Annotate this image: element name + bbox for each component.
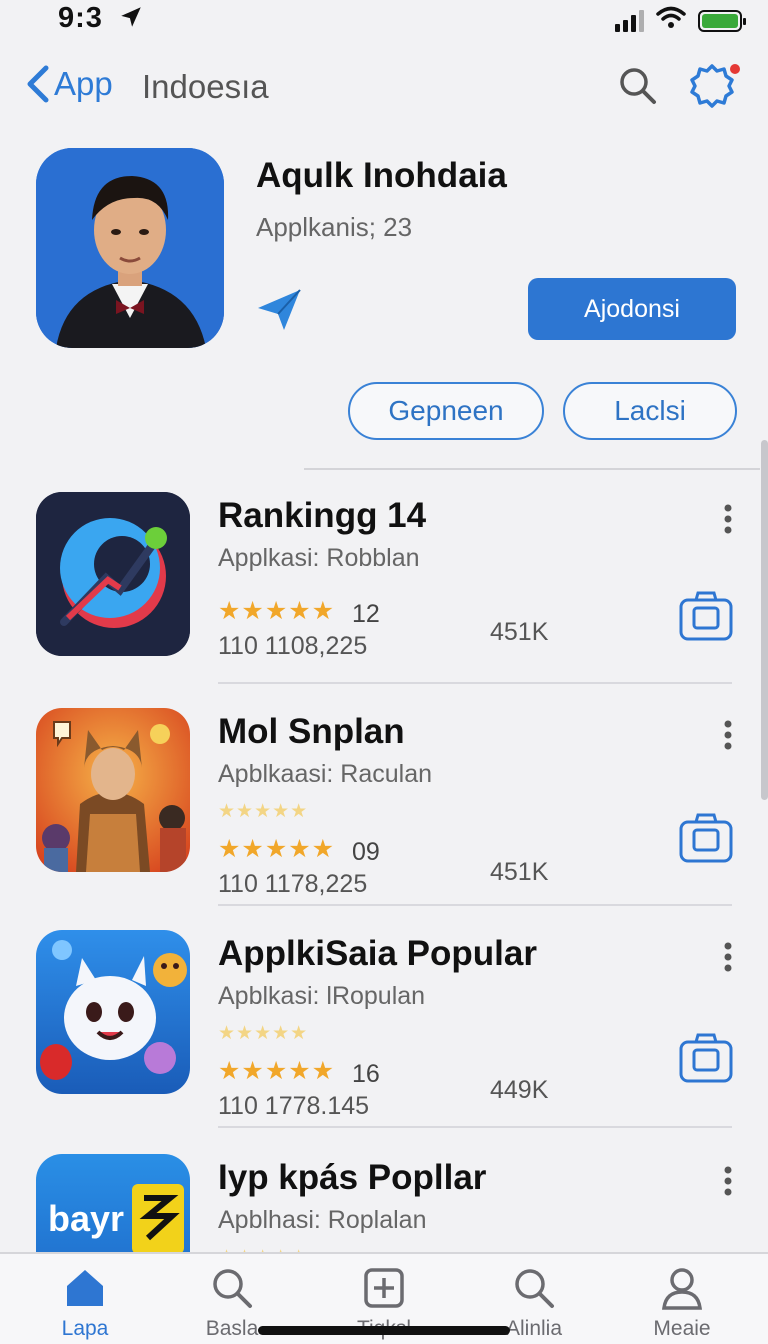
featured-app-icon[interactable] bbox=[36, 148, 224, 348]
list-item[interactable]: ApplkiSaia Popular Apblkasi: lRopulan ★★… bbox=[0, 930, 768, 1152]
tab-profile[interactable]: Meaie bbox=[612, 1254, 752, 1344]
download-button-icon[interactable] bbox=[678, 1032, 734, 1089]
star-rating: ★★★★★ bbox=[218, 1057, 336, 1085]
more-options-icon[interactable] bbox=[716, 718, 740, 757]
tab-label: Meaie bbox=[653, 1317, 711, 1340]
tab-label: Basla bbox=[205, 1317, 259, 1340]
featured-app-title: Aqulk Inohdaia bbox=[256, 156, 507, 195]
tab-label: Alinlia bbox=[505, 1317, 563, 1340]
app-name: Mol Snplan bbox=[218, 712, 405, 751]
page-title: Indoesıa bbox=[142, 68, 269, 105]
pill-button-2[interactable]: Laclsi bbox=[563, 382, 737, 440]
wifi-icon bbox=[656, 6, 686, 35]
section-divider bbox=[304, 468, 760, 470]
profile-icon bbox=[660, 1266, 704, 1315]
gear-icon[interactable] bbox=[686, 60, 740, 117]
app-category: Apblkasi: lRopulan bbox=[218, 982, 426, 1010]
search-icon bbox=[512, 1266, 556, 1315]
search-icon bbox=[210, 1266, 254, 1315]
app-name: Rankingg 14 bbox=[218, 496, 427, 535]
bayr-icon-text: bayr bbox=[48, 1198, 125, 1239]
status-icons bbox=[615, 6, 746, 35]
star-rating: ★★★★★ bbox=[218, 835, 336, 863]
rating-count: 12 bbox=[352, 600, 380, 628]
status-time: 9:3 bbox=[58, 2, 103, 34]
notification-dot bbox=[730, 64, 740, 74]
download-button-icon[interactable] bbox=[678, 812, 734, 869]
hero-game-icon bbox=[36, 708, 190, 872]
location-arrow-icon bbox=[118, 4, 144, 35]
pill-button-1[interactable]: Gepneen bbox=[348, 382, 544, 440]
cute-creature-icon bbox=[36, 930, 190, 1094]
rating-count: 16 bbox=[352, 1060, 380, 1088]
home-indicator[interactable] bbox=[258, 1326, 510, 1335]
list-item[interactable]: bayr Iyp kpás Popllar Apblhasi: Roplalan… bbox=[0, 1154, 768, 1254]
download-count: 110 1178,225 bbox=[218, 870, 368, 898]
star-rating: ★★★★★ bbox=[218, 597, 336, 625]
battery-icon bbox=[698, 9, 746, 32]
star-rating-faint: ★★★★★ bbox=[218, 801, 309, 822]
chevron-left-icon bbox=[27, 65, 49, 103]
install-button[interactable]: Ajodonsi bbox=[528, 278, 736, 340]
more-options-icon[interactable] bbox=[716, 940, 740, 979]
bayr-app-icon: bayr bbox=[36, 1154, 190, 1254]
share-icon[interactable] bbox=[256, 288, 302, 337]
list-item[interactable]: Rankingg 14 Applkasi: Robblan ★★★★★ 12 1… bbox=[0, 492, 768, 714]
row-divider bbox=[218, 904, 732, 906]
cellular-signal-icon bbox=[615, 9, 644, 32]
row-divider bbox=[218, 682, 732, 684]
app-size: 451K bbox=[490, 618, 549, 646]
app-category: Apblkaasi: Raculan bbox=[218, 760, 433, 788]
status-bar: 9:3 bbox=[0, 0, 768, 40]
more-options-icon[interactable] bbox=[716, 1164, 740, 1203]
download-button-icon[interactable] bbox=[678, 590, 734, 647]
app-name: ApplkiSaia Popular bbox=[218, 934, 537, 973]
search-icon[interactable] bbox=[616, 64, 660, 113]
download-count: 110 1778.145 bbox=[218, 1092, 370, 1120]
download-count: 110 1108,225 bbox=[218, 632, 368, 660]
rating-count: 09 bbox=[352, 838, 380, 866]
featured-app-subtitle: Applkanis; 23 bbox=[256, 212, 413, 242]
more-options-icon[interactable] bbox=[716, 502, 740, 541]
back-button[interactable]: App bbox=[24, 64, 113, 104]
app-category: Apblhasi: Roplalan bbox=[218, 1206, 427, 1234]
home-icon bbox=[63, 1266, 107, 1315]
app-name: Iyp kpás Popllar bbox=[218, 1158, 487, 1197]
star-rating-faint: ★★★★★ bbox=[218, 1023, 309, 1044]
featured-app: Aqulk Inohdaia Applkanis; 23 Ajodonsi bbox=[0, 148, 768, 348]
app-size: 451K bbox=[490, 858, 549, 886]
app-category: Applkasi: Robblan bbox=[218, 544, 420, 572]
back-label: App bbox=[54, 65, 113, 102]
nav-bar: App Indoesıa bbox=[0, 60, 768, 116]
ranking-app-icon bbox=[36, 492, 190, 656]
tab-label: Lapa bbox=[61, 1317, 109, 1340]
add-box-icon bbox=[362, 1266, 406, 1315]
row-divider bbox=[218, 1126, 732, 1128]
tab-home[interactable]: Lapa bbox=[15, 1254, 155, 1344]
list-item[interactable]: Mol Snplan Apblkaasi: Raculan ★★★★★ ★★★★… bbox=[0, 708, 768, 930]
app-size: 449K bbox=[490, 1076, 549, 1104]
filter-pills: Gepneen Laclsi bbox=[0, 382, 768, 442]
